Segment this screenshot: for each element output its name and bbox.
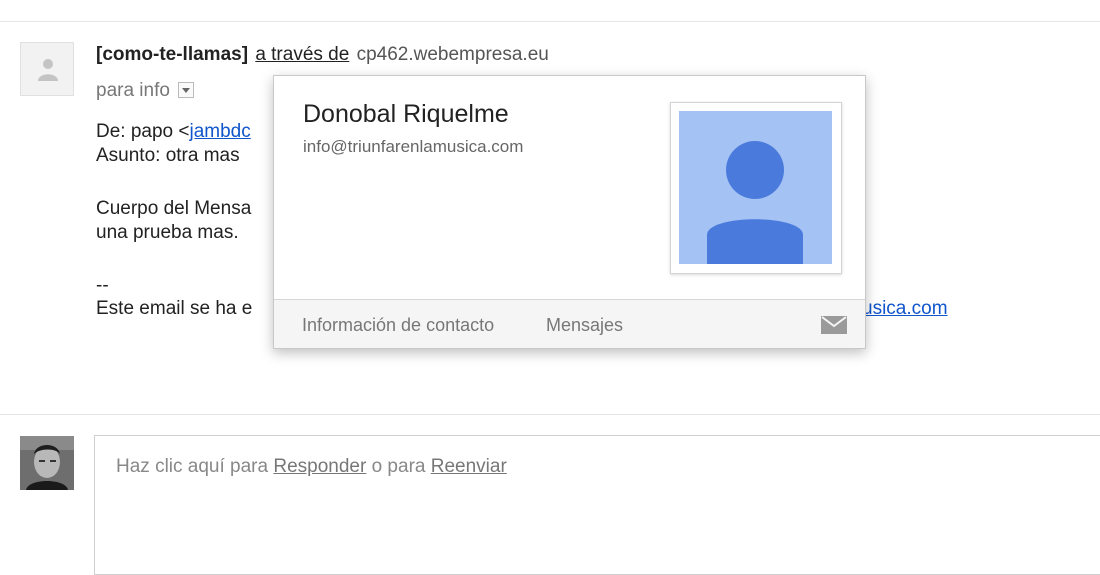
user-photo [20, 436, 74, 490]
sender-name[interactable]: [como-te-llamas] [96, 44, 248, 65]
contact-name: Donobal Riquelme [303, 100, 509, 128]
sender-line: [como-te-llamas] a través de cp462.webem… [96, 44, 549, 66]
from-prefix: De: papo < [96, 121, 190, 142]
contact-card-footer: Información de contacto Mensajes [274, 299, 865, 348]
forward-link[interactable]: Reenviar [431, 456, 507, 477]
reply-prompt: Haz clic aquí para Responder o para Reen… [116, 456, 507, 478]
contact-email: info@triunfarenlamusica.com [303, 137, 524, 156]
body-line-2: una prueba mas. [96, 222, 239, 243]
recipient-line: para info [96, 80, 195, 102]
from-email-link[interactable]: jambdc [190, 121, 251, 142]
via-domain: cp462.webempresa.eu [356, 44, 549, 65]
from-line: De: papo <jambdc [96, 121, 251, 143]
contact-silhouette-icon [679, 111, 832, 264]
person-icon [38, 59, 58, 81]
footer-link[interactable]: usica.com [862, 298, 948, 319]
middle-divider [0, 414, 1100, 415]
recipient-label: para info [96, 80, 170, 101]
contact-info-link[interactable]: Información de contacto [302, 315, 494, 336]
contact-hovercard: Donobal Riquelme info@triunfarenlamusica… [273, 75, 866, 349]
reply-middle: o para [366, 456, 431, 477]
envelope-icon[interactable] [821, 316, 847, 334]
footer-link-line: usica.com [862, 298, 948, 320]
footer-line: Este email se ha e [96, 298, 253, 319]
reply-box[interactable]: Haz clic aquí para Responder o para Reen… [94, 435, 1100, 575]
top-divider [0, 21, 1100, 22]
messages-link[interactable]: Mensajes [546, 315, 623, 336]
contact-photo[interactable] [670, 102, 842, 274]
sender-avatar[interactable] [20, 42, 74, 96]
via-link[interactable]: a través de [255, 44, 349, 65]
signature-separator: -- [96, 275, 109, 296]
user-avatar[interactable] [20, 436, 74, 490]
reply-link[interactable]: Responder [273, 456, 366, 477]
subject-line: Asunto: otra mas [96, 145, 240, 166]
details-dropdown-icon[interactable] [178, 81, 195, 98]
body-line-1: Cuerpo del Mensa [96, 198, 252, 219]
reply-prefix: Haz clic aquí para [116, 456, 274, 477]
